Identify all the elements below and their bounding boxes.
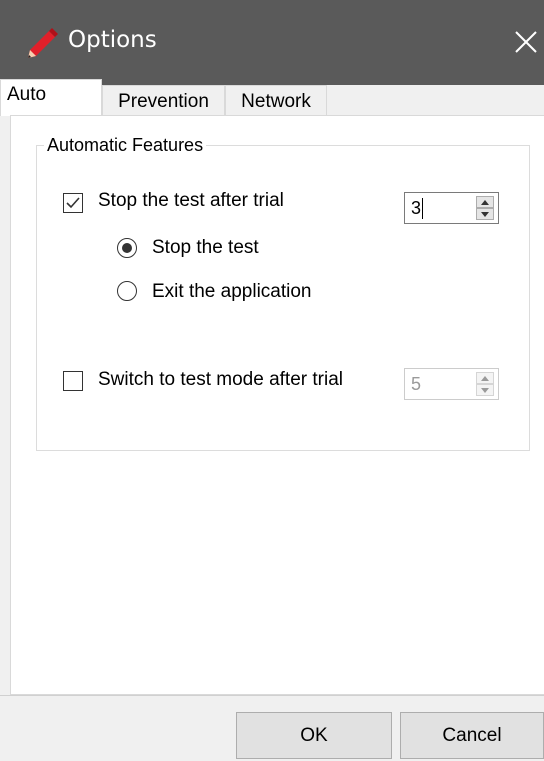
stop-trial-increment[interactable]: [476, 196, 494, 208]
arrow-down-icon: [481, 212, 489, 217]
group-title: Automatic Features: [44, 135, 207, 156]
switch-test-mode-checkbox[interactable]: [63, 371, 83, 391]
stop-trial-value[interactable]: 3: [411, 198, 421, 219]
switch-trial-value[interactable]: 5: [411, 374, 421, 395]
arrow-up-icon: [481, 376, 489, 381]
exit-application-radio-label: Exit the application: [152, 281, 312, 302]
tab-auto[interactable]: Auto: [0, 79, 102, 116]
switch-trial-decrement[interactable]: [476, 384, 494, 396]
text-caret: [422, 198, 423, 219]
stop-trial-spinner[interactable]: 3: [404, 192, 499, 224]
ok-button[interactable]: OK: [236, 712, 392, 759]
cancel-button[interactable]: Cancel: [400, 712, 544, 759]
title-bar: Options: [0, 0, 544, 85]
window-title: Options: [68, 27, 157, 53]
tab-prevention-label: Prevention: [118, 91, 209, 112]
close-icon[interactable]: [510, 22, 544, 62]
stop-test-radio[interactable]: [117, 238, 137, 258]
radio-dot: [122, 243, 132, 253]
tab-network[interactable]: Network: [225, 85, 327, 115]
stop-test-radio-label: Stop the test: [152, 237, 259, 258]
tab-strip: Auto Prevention Network: [0, 79, 544, 116]
stop-test-checkbox[interactable]: [63, 193, 83, 213]
arrow-up-icon: [481, 200, 489, 205]
switch-test-mode-label: Switch to test mode after trial: [98, 369, 343, 390]
stop-trial-decrement[interactable]: [476, 208, 494, 220]
stop-test-label: Stop the test after trial: [98, 190, 284, 211]
switch-trial-spinner[interactable]: 5: [404, 368, 499, 400]
exit-application-radio[interactable]: [117, 281, 137, 301]
tab-prevention[interactable]: Prevention: [102, 85, 225, 115]
pencil-icon: [28, 28, 58, 58]
arrow-down-icon: [481, 388, 489, 393]
tab-network-label: Network: [241, 91, 311, 112]
switch-trial-increment[interactable]: [476, 372, 494, 384]
checkmark-icon: [66, 197, 80, 209]
footer-divider: [0, 695, 544, 696]
tab-auto-label: Auto: [7, 84, 47, 105]
